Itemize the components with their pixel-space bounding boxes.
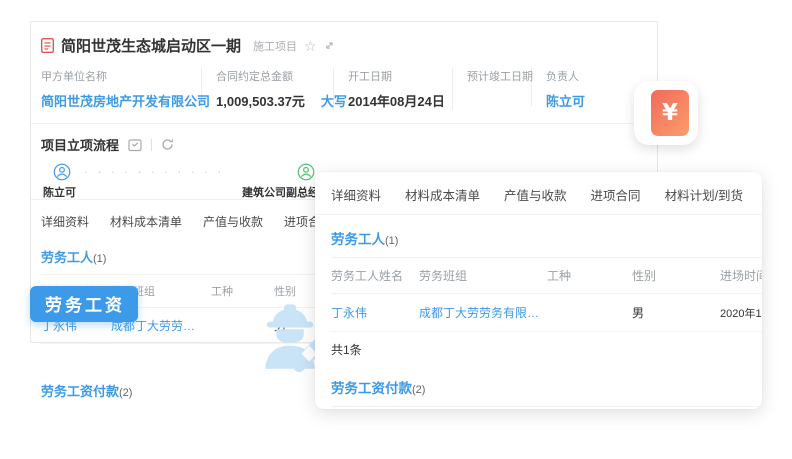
worker-name-link[interactable]: 丁永伟: [331, 304, 419, 321]
wage-ledger-icon: ¥: [634, 81, 698, 145]
project-type-tag: 施工项目: [253, 38, 297, 54]
user-avatar-icon: [53, 163, 71, 181]
project-fields: 甲方单位名称 简阳世茂房地产开发有限公司 合同约定总金额 1,009,503.3…: [31, 56, 657, 124]
step-initiator-name: 陈立可: [43, 184, 76, 200]
field-party-a: 甲方单位名称 简阳世茂房地产开发有限公司: [41, 68, 202, 110]
field-start-date: 开工日期 2014年08月24日: [348, 68, 453, 110]
worker-table-count: 共1条: [331, 332, 762, 364]
owner-link[interactable]: 陈立可: [546, 91, 585, 110]
worker-enter-time: 2020年10月: [720, 305, 762, 321]
worker-section-title: 劳务工人(1): [331, 228, 762, 248]
ledger-binding: [642, 93, 649, 99]
flow-title: 项目立项流程: [41, 135, 119, 154]
field-owner: 负责人 陈立可: [546, 68, 599, 110]
field-label: 合同约定总金额: [216, 68, 319, 84]
flow-step-initiator: 陈立可: [43, 163, 76, 200]
labor-wage-badge: 劳务工资: [30, 286, 138, 322]
tab-material-cost[interactable]: 材料成本清单: [110, 213, 182, 230]
front-tabs: 详细资料 材料成本清单 产值与收款 进项合同 材料计划/到货 劳务工人: [315, 172, 762, 215]
payment-table-header: 编号 付款说明 审核状态 付款总额 付: [331, 406, 762, 409]
tab-material-plan[interactable]: 材料计划/到货: [665, 185, 743, 214]
start-date-value: 2014年08月24日: [348, 91, 438, 110]
field-label: 负责人: [546, 68, 585, 84]
document-icon: [41, 38, 54, 53]
field-label: 甲方单位名称: [41, 68, 187, 84]
worker-table-row: 丁永伟 成都丁大劳劳务有限公司 男 2020年10月: [331, 294, 762, 332]
ledger-binding: [642, 126, 649, 132]
labor-worker-panel: 详细资料 材料成本清单 产值与收款 进项合同 材料计划/到货 劳务工人 劳务工人…: [315, 172, 762, 409]
tab-input-contract[interactable]: 进项合同: [591, 185, 641, 214]
divider: [151, 139, 152, 151]
field-expected-completion: 预计竣工日期: [467, 68, 532, 106]
approver-avatar-icon: [297, 163, 315, 181]
ledger-binding: [642, 104, 649, 110]
field-label: 预计竣工日期: [467, 68, 517, 84]
tab-output-collection[interactable]: 产值与收款: [203, 213, 263, 230]
worker-table-header: 劳务工人姓名 劳务班组 工种 性别 进场时间: [331, 257, 762, 294]
expected-completion-value: [467, 91, 517, 106]
ledger-binding: [642, 115, 649, 121]
payment-section-title: 劳务工资付款(2): [331, 377, 762, 397]
yen-symbol: ¥: [662, 102, 678, 125]
expand-icon[interactable]: [324, 40, 335, 51]
party-a-link[interactable]: 简阳世茂房地产开发有限公司: [41, 91, 187, 110]
field-contract-amount: 合同约定总金额 1,009,503.37元 大写: [216, 68, 334, 110]
project-title: 简阳世茂生态城启动区一期: [61, 35, 241, 56]
flow-refresh-icon[interactable]: [161, 138, 174, 151]
flow-form-icon[interactable]: [128, 138, 142, 152]
amount-in-words-link[interactable]: 大写: [321, 91, 347, 110]
project-header: 简阳世茂生态城启动区一期 施工项目 ☆: [31, 22, 657, 56]
field-label: 开工日期: [348, 68, 438, 84]
tab-detail[interactable]: 详细资料: [41, 213, 89, 230]
worker-team-link[interactable]: 成都丁大劳劳务有限公司: [419, 304, 547, 321]
ledger-book-icon: ¥: [651, 90, 689, 136]
tab-material-cost[interactable]: 材料成本清单: [405, 185, 480, 214]
flow-connector-dots: ···········: [84, 167, 234, 177]
contract-amount-value: 1,009,503.37元: [216, 91, 305, 110]
tab-output-collection[interactable]: 产值与收款: [504, 185, 567, 214]
star-favorite-icon[interactable]: ☆: [304, 39, 317, 53]
tab-detail[interactable]: 详细资料: [331, 185, 381, 214]
